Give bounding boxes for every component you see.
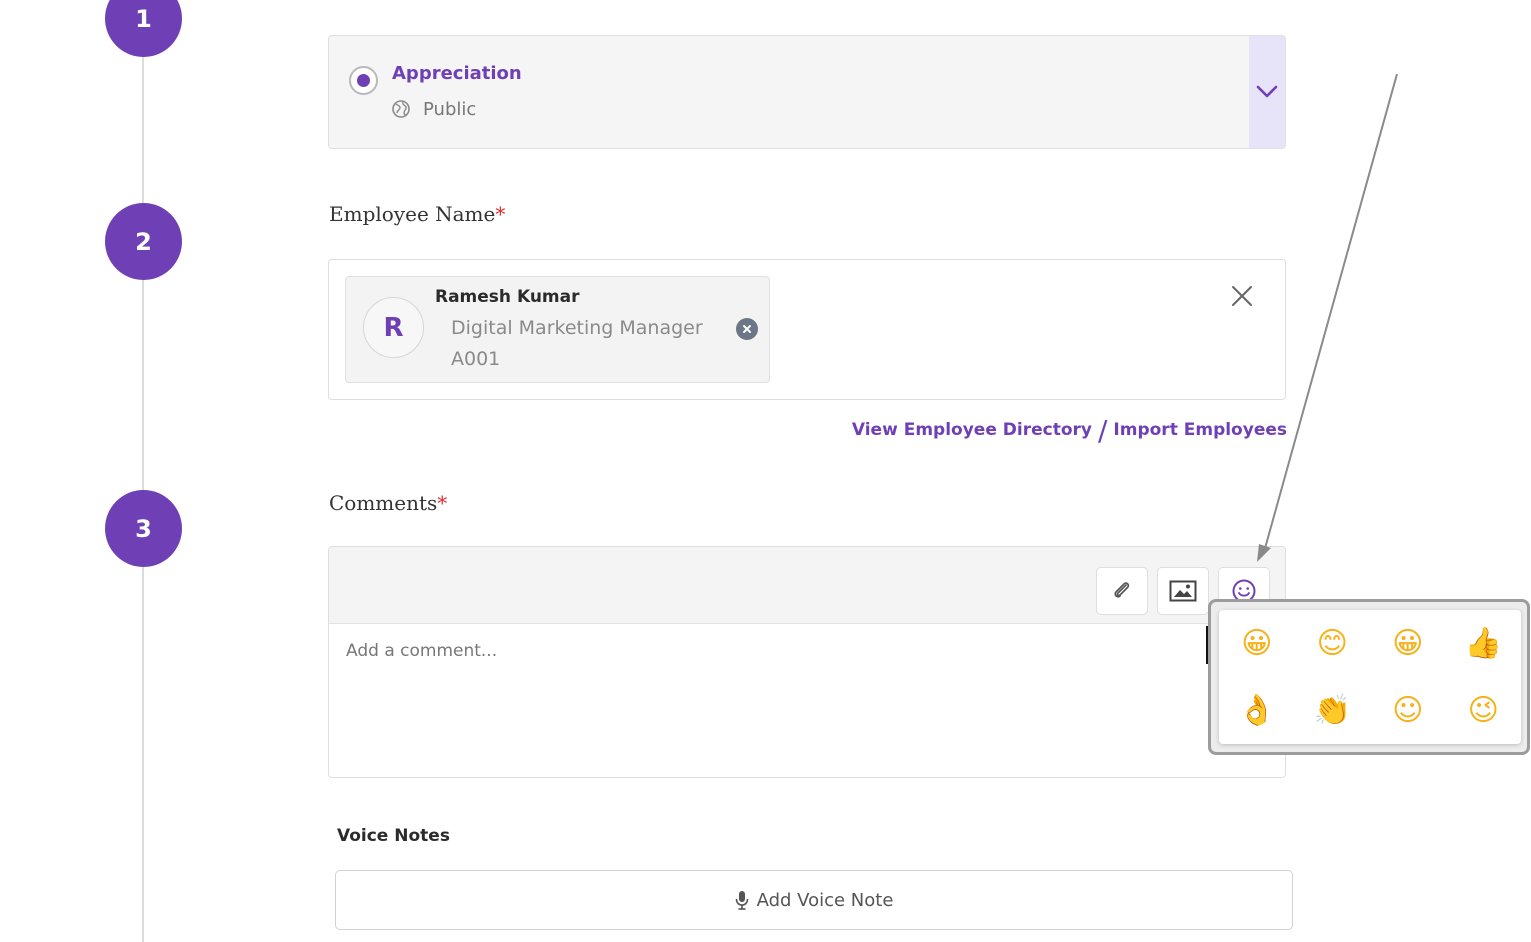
employee-select[interactable]: R Ramesh Kumar Digital Marketing Manager…	[328, 259, 1286, 400]
required-mark: *	[495, 202, 506, 226]
comments-label: Comments*	[329, 491, 447, 515]
microphone-icon	[735, 891, 748, 910]
comments-label-text: Comments	[329, 491, 438, 515]
thumbs-up-emoji[interactable]: 👍	[1463, 624, 1503, 664]
employee-name: Ramesh Kumar	[435, 287, 580, 307]
step-2-badge: 2	[105, 203, 182, 280]
comment-editor	[328, 546, 1286, 778]
radio-dot	[357, 74, 370, 87]
emoji-picker: 😀 😊 😀 👍 👌 👏 ☺ 😉	[1208, 599, 1530, 755]
view-employee-directory-link[interactable]: View Employee Directory	[852, 420, 1092, 440]
category-select[interactable]: Appreciation Public	[328, 35, 1286, 149]
add-voice-note-button[interactable]: Add Voice Note	[335, 870, 1293, 930]
link-separator: /	[1097, 414, 1108, 447]
import-employees-link[interactable]: Import Employees	[1113, 420, 1287, 440]
avatar: R	[363, 297, 424, 358]
voice-notes-label: Voice Notes	[337, 826, 450, 846]
clear-all-icon[interactable]	[1230, 284, 1254, 308]
category-radio[interactable]	[349, 66, 378, 95]
category-dropdown-toggle[interactable]	[1249, 36, 1285, 148]
category-label: Appreciation	[392, 63, 522, 84]
ok-hand-emoji[interactable]: 👌	[1237, 691, 1277, 731]
employee-name-label-text: Employee Name	[329, 202, 496, 226]
step-3-badge: 3	[105, 490, 182, 567]
employee-title: Digital Marketing Manager	[451, 317, 703, 339]
comment-toolbar	[329, 547, 1285, 624]
image-icon	[1169, 580, 1197, 602]
emoji-grid: 😀 😊 😀 👍 👌 👏 ☺ 😉	[1219, 610, 1521, 744]
relieved-emoji[interactable]: ☺	[1388, 691, 1428, 731]
smiling-emoji[interactable]: 😊	[1312, 624, 1352, 664]
grinning-emoji[interactable]: 😀	[1237, 624, 1277, 664]
step-1-badge: 1	[105, 0, 182, 57]
remove-employee-button[interactable]	[736, 318, 758, 340]
employee-id: A001	[451, 348, 501, 370]
chevron-down-icon	[1256, 85, 1278, 98]
employee-name-label: Employee Name*	[329, 202, 505, 226]
required-mark: *	[437, 491, 448, 515]
winking-emoji[interactable]: 😉	[1463, 691, 1503, 731]
add-voice-note-label: Add Voice Note	[756, 889, 894, 911]
grinning-emoji-2[interactable]: 😀	[1388, 624, 1428, 664]
paperclip-icon	[1114, 582, 1130, 598]
step-rail	[142, 0, 144, 942]
comment-input[interactable]	[329, 625, 1285, 775]
insert-image-button[interactable]	[1157, 567, 1209, 615]
category-visibility: Public	[423, 99, 477, 120]
employee-links: View Employee Directory / Import Employe…	[852, 413, 1287, 447]
clapping-emoji[interactable]: 👏	[1312, 691, 1352, 731]
close-icon	[743, 325, 751, 333]
attach-button[interactable]	[1096, 567, 1148, 615]
globe-icon	[392, 100, 410, 118]
employee-chip[interactable]: R Ramesh Kumar Digital Marketing Manager…	[345, 276, 770, 383]
